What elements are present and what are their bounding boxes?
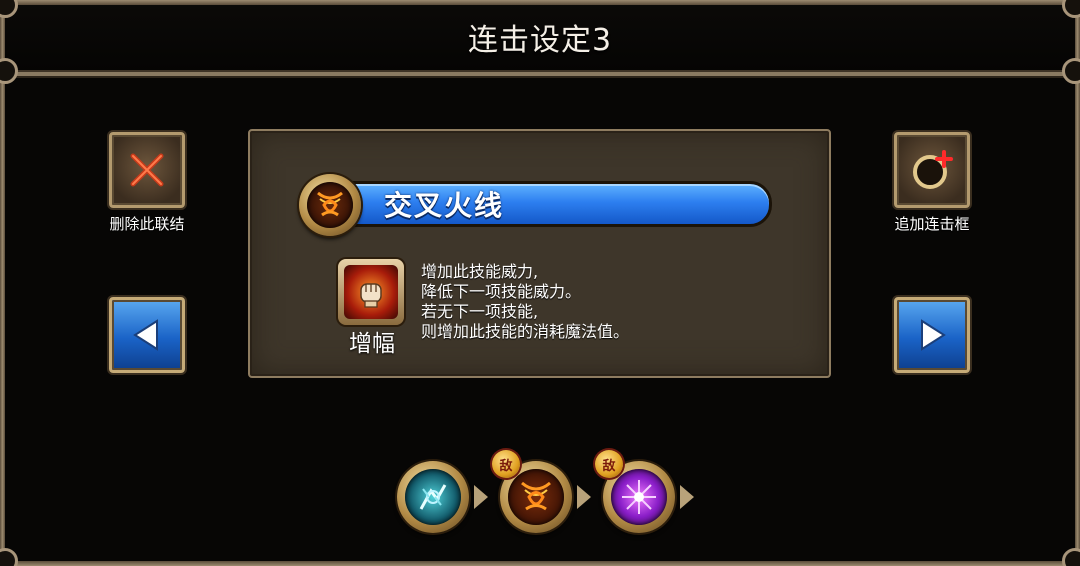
description-line: 若无下一项技能, bbox=[421, 302, 539, 321]
description-line: 降低下一项技能威力。 bbox=[421, 282, 582, 301]
previous-button[interactable] bbox=[109, 297, 185, 373]
description-line: 则增加此技能的消耗魔法值。 bbox=[421, 322, 630, 341]
arrow-left-icon bbox=[133, 319, 158, 351]
next-button[interactable] bbox=[894, 297, 970, 373]
effect-icon-bg bbox=[344, 265, 398, 319]
add-ring-icon bbox=[913, 150, 953, 189]
enemy-target-badge: 敌 bbox=[595, 450, 623, 478]
frame-corner-ornament bbox=[1062, 548, 1080, 566]
chain-arrow-icon bbox=[474, 485, 488, 509]
delete-link-button[interactable] bbox=[109, 132, 185, 208]
crossfire-skill-icon bbox=[521, 481, 551, 511]
chain-arrow-icon bbox=[577, 485, 591, 509]
frame-right-border bbox=[1075, 0, 1080, 566]
enemy-target-badge: 敌 bbox=[492, 450, 520, 478]
description-line: 增加此技能威力, bbox=[421, 262, 539, 281]
crossfire-skill-icon bbox=[317, 191, 343, 217]
combo-slot-1[interactable] bbox=[397, 461, 469, 533]
close-icon bbox=[130, 153, 164, 187]
ice-warrior-skill-icon bbox=[419, 484, 447, 510]
skill-name: 交叉火线 bbox=[384, 189, 505, 222]
fist-icon bbox=[360, 283, 382, 308]
frame-left-border bbox=[0, 0, 5, 566]
add-combo-slot-button[interactable] bbox=[894, 132, 970, 208]
page-title: 连击设定3 bbox=[467, 23, 613, 58]
chain-arrow-icon bbox=[680, 485, 694, 509]
arcane-burst-skill-icon bbox=[622, 480, 656, 514]
effect-icon-frame bbox=[338, 259, 404, 325]
combo-settings-screen: 连击设定3 删除此联结 追加连击框 交叉火线 增幅 增加此技能威力, 降低下一项… bbox=[0, 0, 1080, 566]
frame-bottom-border bbox=[0, 561, 1080, 566]
frame-corner-ornament bbox=[0, 548, 18, 566]
add-combo-slot-label: 追加连击框 bbox=[894, 215, 970, 233]
skill-medal bbox=[299, 174, 361, 236]
effect-name: 增幅 bbox=[349, 331, 395, 357]
effect-description: 增加此技能威力, 降低下一项技能威力。 若无下一项技能, 则增加此技能的消耗魔法… bbox=[421, 262, 811, 342]
arrow-right-icon bbox=[921, 319, 946, 351]
delete-link-label: 删除此联结 bbox=[109, 215, 185, 233]
